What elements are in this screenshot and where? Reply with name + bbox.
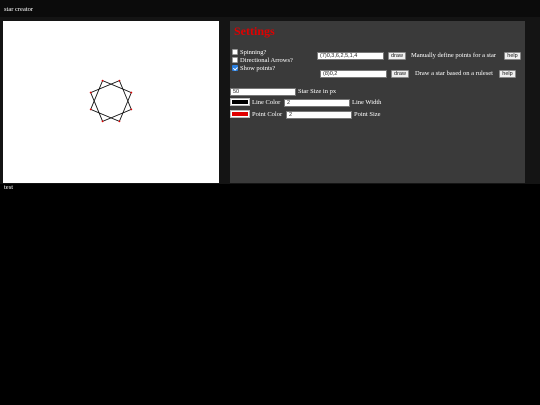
star-edge — [90, 92, 103, 122]
star-canvas[interactable] — [3, 21, 219, 183]
manual-points-input[interactable]: (7)0,3,6,2,5,1,4 — [317, 52, 384, 60]
star-edge — [90, 109, 120, 122]
show-points-checkbox[interactable] — [232, 65, 238, 71]
star-point — [101, 120, 104, 123]
ruleset-help-button[interactable]: help — [499, 70, 516, 78]
directional-arrows-option[interactable]: Directional Arrows? — [232, 56, 293, 64]
star-edge — [119, 92, 132, 122]
star-point — [118, 79, 121, 82]
star-drawing — [89, 79, 133, 123]
point-color-picker[interactable] — [230, 110, 250, 118]
manual-draw-button[interactable]: draw — [388, 52, 406, 60]
line-width-input[interactable]: 2 — [284, 99, 350, 107]
line-color-swatch — [232, 100, 248, 104]
directional-arrows-checkbox[interactable] — [232, 57, 238, 63]
star-point — [118, 120, 121, 123]
star-edge — [102, 80, 132, 93]
point-color-label: Point Color — [252, 111, 283, 118]
settings-panel: Settings Spinning? Directional Arrows? S… — [230, 21, 525, 183]
manual-help-button[interactable]: help — [504, 52, 521, 60]
star-point — [89, 108, 92, 111]
ruleset-description: Draw a star based on a ruleset — [415, 70, 493, 77]
manual-description: Manually define points for a star — [411, 52, 497, 59]
star-point — [101, 79, 104, 82]
ruleset-draw-button[interactable]: draw — [391, 70, 409, 78]
settings-heading: Settings — [234, 24, 275, 38]
point-size-label: Point Size — [354, 111, 381, 118]
star-point — [130, 108, 133, 111]
star-edge — [119, 80, 132, 110]
title-bar: star creator — [0, 0, 540, 17]
status-text: test — [4, 184, 14, 191]
spinning-option[interactable]: Spinning? — [232, 48, 266, 56]
line-color-picker[interactable] — [230, 98, 250, 106]
point-color-swatch — [232, 112, 248, 116]
star-size-input[interactable]: 50 — [230, 88, 296, 96]
star-size-label: Star Size in px — [298, 88, 337, 95]
line-color-label: Line Color — [252, 99, 281, 106]
line-width-label: Line Width — [352, 99, 382, 106]
spinning-checkbox[interactable] — [232, 49, 238, 55]
star-point — [130, 91, 133, 94]
directional-arrows-label: Directional Arrows? — [240, 56, 293, 64]
ruleset-input[interactable]: (8)0,2 — [320, 70, 387, 78]
app-title: star creator — [4, 6, 34, 13]
show-points-label: Show points? — [240, 64, 276, 72]
star-edge — [102, 109, 132, 122]
star-point — [89, 91, 92, 94]
show-points-option[interactable]: Show points? — [232, 64, 275, 72]
star-edge — [90, 80, 120, 93]
star-edge — [90, 80, 103, 110]
spinning-label: Spinning? — [240, 48, 267, 56]
point-size-input[interactable]: 2 — [286, 111, 352, 119]
